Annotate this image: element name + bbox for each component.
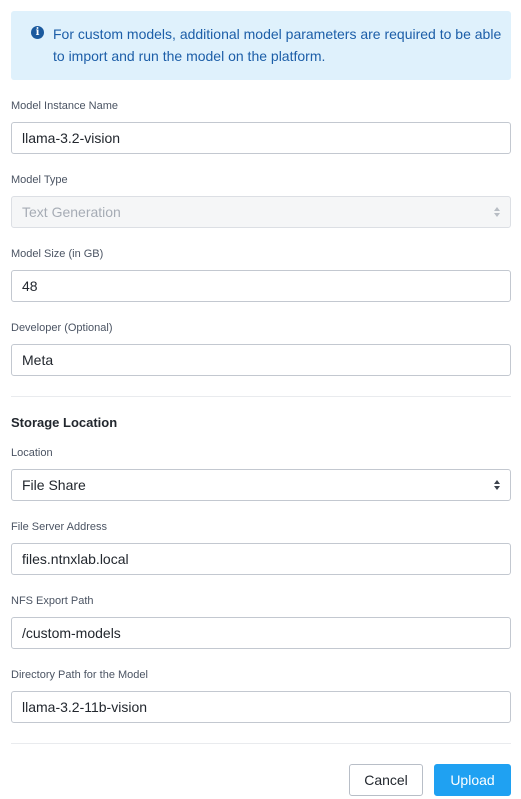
model-instance-name-label: Model Instance Name (11, 100, 118, 112)
select-arrows-icon (494, 206, 501, 218)
developer-label: Developer (Optional) (11, 322, 113, 334)
directory-path-label: Directory Path for the Model (11, 669, 148, 681)
file-server-address-input[interactable] (11, 543, 511, 575)
directory-path-input[interactable] (11, 691, 511, 723)
nfs-export-path-input[interactable] (11, 617, 511, 649)
storage-location-heading: Storage Location (11, 415, 118, 430)
location-value: File Share (22, 477, 86, 493)
model-type-value: Text Generation (22, 204, 121, 220)
nfs-export-path-label: NFS Export Path (11, 595, 94, 607)
developer-input[interactable] (11, 344, 511, 376)
section-divider (11, 396, 511, 397)
model-size-input[interactable] (11, 270, 511, 302)
info-banner-text: For custom models, additional model para… (53, 26, 502, 64)
model-type-label: Model Type (11, 174, 68, 186)
location-label: Location (11, 447, 53, 459)
cancel-button[interactable]: Cancel (349, 764, 423, 796)
upload-button[interactable]: Upload (434, 764, 511, 796)
model-instance-name-input[interactable] (11, 122, 511, 154)
info-icon: i (31, 26, 44, 39)
footer-divider (11, 743, 511, 744)
model-size-label: Model Size (in GB) (11, 248, 104, 260)
location-select[interactable]: File Share (11, 469, 511, 501)
file-server-address-label: File Server Address (11, 521, 107, 533)
select-arrows-icon (494, 479, 501, 491)
model-type-select: Text Generation (11, 196, 511, 228)
info-banner: i For custom models, additional model pa… (11, 11, 511, 80)
